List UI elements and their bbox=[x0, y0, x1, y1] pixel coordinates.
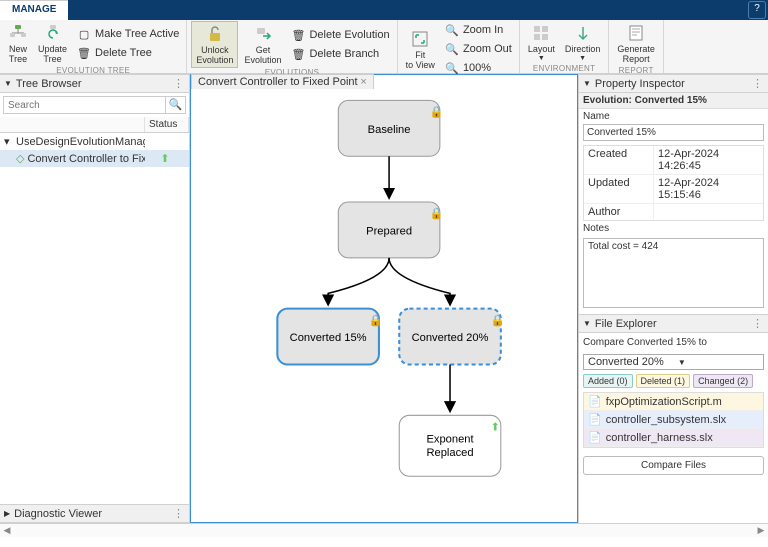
notes-field[interactable]: Total cost = 424 bbox=[583, 238, 764, 308]
svg-text:⬆: ⬆ bbox=[491, 422, 500, 434]
help-button[interactable]: ? bbox=[748, 1, 766, 19]
get-evolution-button[interactable]: Get Evolution bbox=[240, 21, 285, 68]
diagnostic-viewer-header[interactable]: ▶Diagnostic Viewer⋮ bbox=[0, 504, 189, 523]
svg-text:🔒: 🔒 bbox=[430, 106, 444, 119]
list-item[interactable]: 📄fxpOptimizationScript.m bbox=[584, 393, 763, 411]
report-icon bbox=[626, 23, 646, 43]
group-label: ENVIRONMENT bbox=[524, 64, 605, 73]
new-tree-button[interactable]: New Tree bbox=[4, 21, 32, 66]
generate-report-button[interactable]: Generate Report bbox=[613, 21, 659, 66]
svg-text:Exponent: Exponent bbox=[426, 434, 474, 446]
notes-label: Notes bbox=[583, 223, 764, 234]
compare-to-select[interactable]: Converted 20%▼ bbox=[583, 354, 764, 370]
layout-icon bbox=[531, 23, 551, 43]
fit-to-view-button[interactable]: Fit to View bbox=[402, 21, 439, 77]
file-explorer-header[interactable]: ▼File Explorer⋮ bbox=[579, 314, 768, 333]
zoom-in-button[interactable]: 🔍Zoom In bbox=[441, 21, 515, 39]
added-badge[interactable]: Added (0) bbox=[583, 374, 633, 388]
delete-evolution-button[interactable]: 🗑Delete Evolution bbox=[287, 26, 392, 44]
compare-label: Compare Converted 15% to bbox=[583, 337, 764, 348]
file-icon: 📄 bbox=[588, 395, 602, 408]
zoom-in-icon: 🔍 bbox=[444, 22, 460, 38]
status-up-icon: ⬆ bbox=[145, 152, 185, 165]
tree-columns: Status bbox=[0, 117, 189, 133]
bottom-scrollbar[interactable]: ◀ ▶ bbox=[0, 523, 768, 537]
search-input[interactable] bbox=[4, 97, 165, 113]
canvas-tab[interactable]: Convert Controller to Fixed Point × bbox=[191, 74, 374, 89]
tree-add-icon bbox=[8, 23, 28, 43]
svg-text:🔒: 🔒 bbox=[430, 207, 444, 220]
scroll-left-icon[interactable]: ◀ bbox=[0, 525, 14, 536]
svg-text:Replaced: Replaced bbox=[426, 447, 473, 459]
tab-manage[interactable]: MANAGE bbox=[0, 0, 68, 20]
delete-evo-icon: 🗑 bbox=[290, 27, 306, 43]
make-tree-active-button[interactable]: ▢Make Tree Active bbox=[73, 25, 182, 43]
layout-button[interactable]: Layout▼ bbox=[524, 21, 559, 64]
tree-active-icon: ▢ bbox=[76, 26, 92, 42]
file-icon: 📄 bbox=[588, 431, 602, 444]
svg-text:🔒: 🔒 bbox=[491, 314, 505, 327]
tree-browser-header[interactable]: ▼Tree Browser⋮ bbox=[0, 74, 189, 93]
svg-text:Converted 20%: Converted 20% bbox=[412, 332, 489, 344]
unlock-evolution-button[interactable]: Unlock Evolution bbox=[191, 21, 238, 68]
direction-button[interactable]: Direction▼ bbox=[561, 21, 605, 64]
get-icon bbox=[253, 24, 273, 44]
zoom-out-icon: 🔍 bbox=[444, 41, 460, 57]
zoom-out-button[interactable]: 🔍Zoom Out bbox=[441, 40, 515, 58]
property-inspector-header[interactable]: ▼Property Inspector⋮ bbox=[579, 74, 768, 93]
flowchart-canvas[interactable]: Convert Controller to Fixed Point × Base… bbox=[190, 74, 578, 523]
delete-tree-button[interactable]: 🗑Delete Tree bbox=[73, 44, 182, 62]
changed-badge[interactable]: Changed (2) bbox=[693, 374, 753, 388]
svg-text:Converted 15%: Converted 15% bbox=[290, 332, 367, 344]
list-item[interactable]: 📄controller_harness.slx bbox=[584, 429, 763, 447]
scroll-right-icon[interactable]: ▶ bbox=[754, 525, 768, 536]
svg-text:🔒: 🔒 bbox=[369, 314, 383, 327]
delete-branch-icon: 🗑 bbox=[290, 46, 306, 62]
flowchart: Baseline 🔒 Prepared 🔒 Converted 15% 🔒 Co… bbox=[191, 75, 577, 522]
svg-text:Prepared: Prepared bbox=[366, 226, 412, 238]
evolution-title: Evolution: Converted 15% bbox=[579, 93, 768, 109]
trash-icon: 🗑 bbox=[76, 45, 92, 61]
fit-icon bbox=[410, 29, 430, 49]
ribbon: New Tree Update Tree ▢Make Tree Active 🗑… bbox=[0, 20, 768, 74]
file-list: 📄fxpOptimizationScript.m 📄controller_sub… bbox=[583, 392, 764, 448]
delete-branch-button[interactable]: 🗑Delete Branch bbox=[287, 45, 392, 63]
property-table: Created12-Apr-2024 14:26:45 Updated12-Ap… bbox=[583, 145, 764, 221]
svg-text:Baseline: Baseline bbox=[368, 124, 411, 136]
tree-refresh-icon bbox=[43, 23, 63, 43]
tree-search[interactable]: 🔍 bbox=[3, 96, 186, 114]
name-label: Name bbox=[583, 111, 764, 122]
compare-files-button[interactable]: Compare Files bbox=[583, 456, 764, 475]
search-icon[interactable]: 🔍 bbox=[165, 97, 185, 113]
direction-icon bbox=[573, 23, 593, 43]
tree-row[interactable]: ▾UseDesignEvolutionManager bbox=[0, 133, 189, 150]
deleted-badge[interactable]: Deleted (1) bbox=[636, 374, 691, 388]
name-field[interactable]: Converted 15% bbox=[583, 124, 764, 141]
list-item[interactable]: 📄controller_subsystem.slx bbox=[584, 411, 763, 429]
unlock-icon bbox=[205, 24, 225, 44]
tree-row[interactable]: ◇Convert Controller to Fixe⬆ bbox=[0, 150, 189, 167]
file-icon: 📄 bbox=[588, 413, 602, 426]
update-tree-button[interactable]: Update Tree bbox=[34, 21, 71, 66]
